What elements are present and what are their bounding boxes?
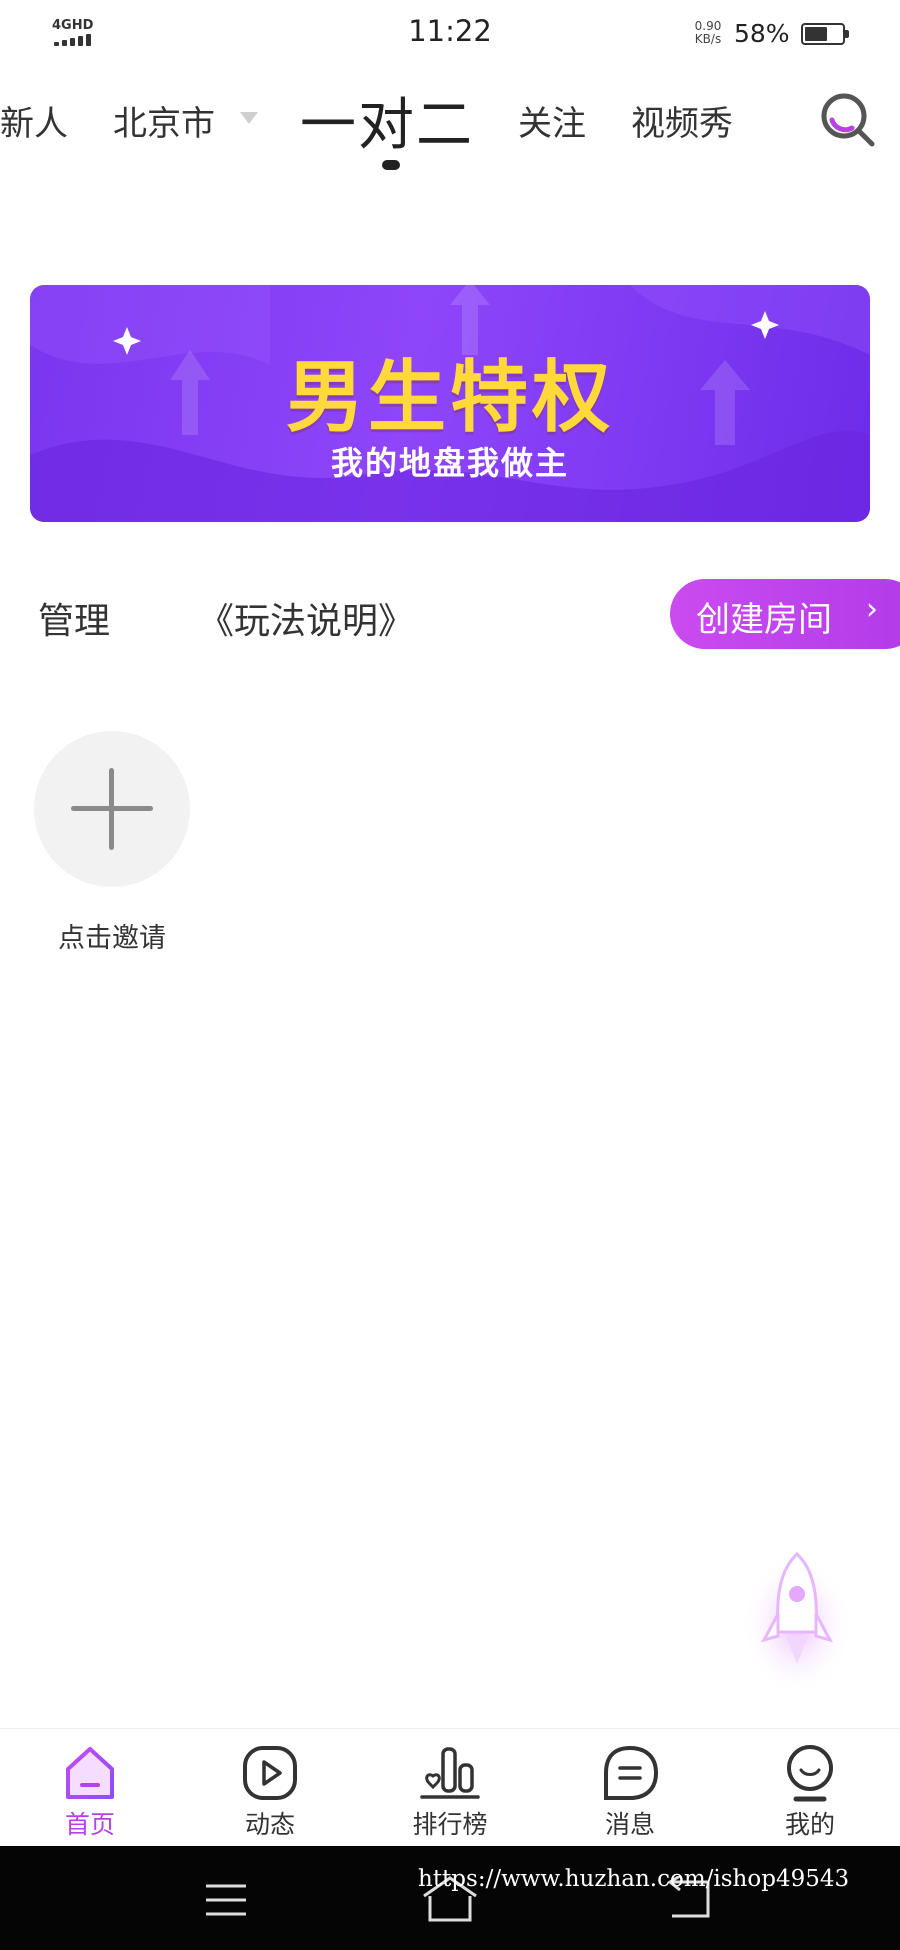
tab-one-on-two[interactable]: 一对二 — [300, 80, 474, 161]
manage-link[interactable]: 管理 — [38, 592, 110, 644]
play-icon — [243, 1746, 297, 1800]
bottom-nav: 首页 动态 排行榜 消息 我的 — [0, 1728, 900, 1847]
banner-subtitle: 我的地盘我做主 — [330, 444, 569, 482]
battery-icon — [801, 23, 849, 45]
caret-down-icon[interactable] — [240, 112, 258, 124]
rules-link[interactable]: 《玩法说明》 — [198, 592, 414, 644]
rocket-icon[interactable] — [742, 1540, 852, 1690]
home-icon — [66, 1747, 114, 1799]
create-room-button[interactable]: 创建房间 › — [670, 579, 900, 649]
create-room-label: 创建房间 — [696, 600, 832, 640]
nav-home[interactable]: 首页 — [0, 1729, 180, 1847]
promo-banner[interactable]: 男生特权 我的地盘我做主 — [30, 285, 870, 522]
tab-video-show[interactable]: 视频秀 — [631, 96, 733, 145]
chevron-right-icon: › — [866, 592, 878, 627]
tab-city[interactable]: 北京市 — [113, 96, 215, 145]
nav-feed-label: 动态 — [244, 1810, 295, 1839]
speed-unit: KB/s — [694, 32, 722, 46]
watermark-text: https://www.huzhan.com/ishop49543 — [418, 1866, 850, 1892]
nav-profile[interactable]: 我的 — [720, 1729, 900, 1847]
message-icon — [604, 1745, 659, 1800]
nav-ranking-label: 排行榜 — [412, 1810, 488, 1839]
nav-profile-label: 我的 — [784, 1810, 835, 1839]
ranking-icon — [420, 1747, 480, 1799]
menu-icon[interactable] — [204, 1882, 248, 1918]
profile-icon — [787, 1745, 833, 1802]
nav-messages[interactable]: 消息 — [540, 1729, 720, 1847]
plus-icon-stroke — [109, 768, 114, 850]
banner-title: 男生特权 — [285, 353, 614, 443]
system-nav-bar: https://www.huzhan.com/ishop49543 — [0, 1846, 900, 1950]
battery-percent: 58% — [734, 19, 790, 48]
active-tab-indicator — [382, 160, 400, 170]
tab-new-users[interactable]: 新人 — [0, 96, 68, 145]
nav-feed[interactable]: 动态 — [180, 1729, 360, 1847]
status-bar: 4GHD 11:22 0.90 KB/s 58% — [0, 0, 900, 70]
tab-follow[interactable]: 关注 — [518, 96, 586, 145]
nav-home-label: 首页 — [64, 1810, 115, 1839]
invite-button[interactable] — [34, 731, 190, 887]
search-icon[interactable] — [818, 90, 878, 150]
invite-label: 点击邀请 — [58, 923, 166, 954]
nav-ranking[interactable]: 排行榜 — [360, 1729, 540, 1847]
nav-messages-label: 消息 — [604, 1810, 655, 1839]
network-speed: 0.90 KB/s — [684, 20, 732, 46]
